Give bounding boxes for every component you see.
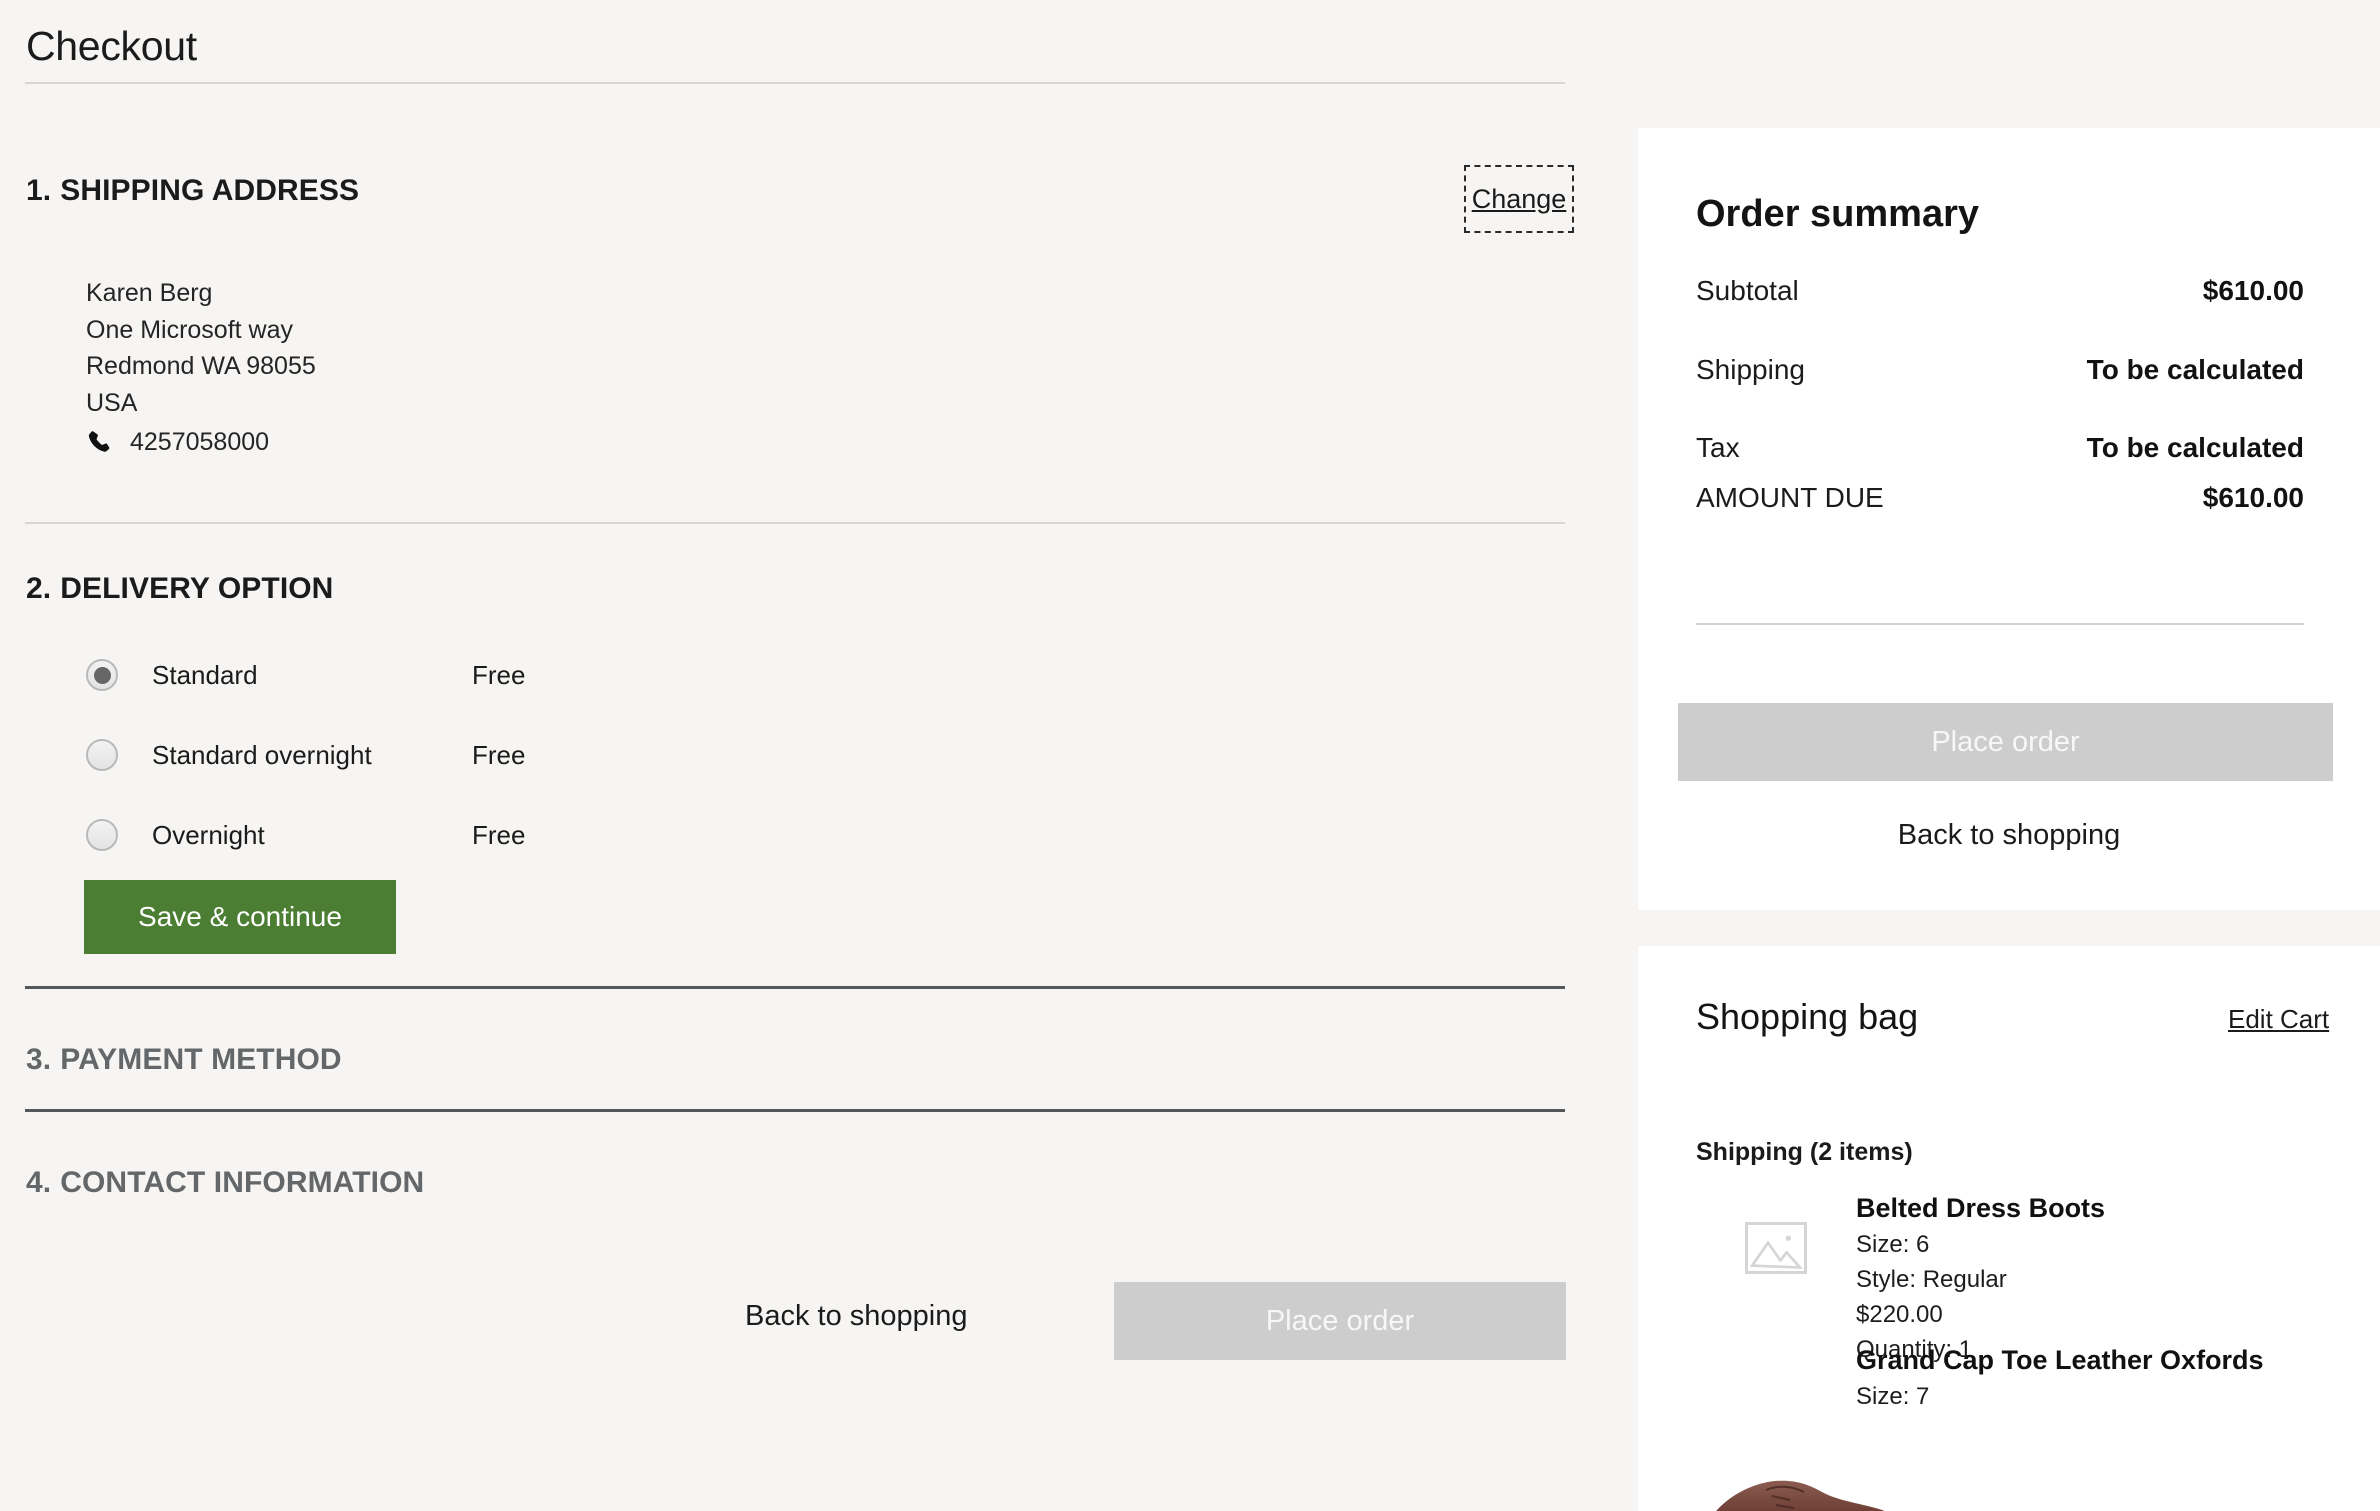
summary-row-subtotal: Subtotal $610.00 (1696, 275, 2304, 307)
radio-standard-overnight[interactable] (86, 739, 118, 771)
checkout-bottom-actions: Back to shopping Place order (0, 1282, 1600, 1392)
section-label: DELIVERY OPTION (60, 572, 334, 605)
summary-row-tax: Tax To be calculated (1696, 432, 2304, 464)
change-address-button[interactable]: Change (1464, 165, 1574, 233)
section-label: CONTACT INFORMATION (60, 1166, 425, 1199)
shipping-group-label: Shipping (2 items) (1696, 1138, 1913, 1166)
leather-oxford-shoe-photo (1716, 1480, 1885, 1511)
delivery-option-label: Standard overnight (152, 739, 372, 770)
summary-row-amount-due: AMOUNT DUE $610.00 (1696, 482, 2304, 514)
change-address-label: Change (1471, 183, 1567, 214)
summary-total-value: $610.00 (2202, 482, 2304, 513)
section-heading-delivery-option: 2. DELIVERY OPTION (26, 572, 333, 606)
address-city-state-zip: Redmond WA 98055 (86, 352, 316, 380)
address-street: One Microsoft way (86, 315, 294, 344)
place-order-button[interactable]: Place order (1114, 1282, 1566, 1360)
checkout-main-column: Checkout 1. SHIPPING ADDRESS Change Karen… (0, 0, 1600, 1511)
place-order-summary-button[interactable]: Place order (1678, 703, 2333, 781)
edit-cart-link[interactable]: Edit Cart (2228, 1004, 2329, 1035)
shopping-bag-title: Shopping bag (1696, 996, 1919, 1037)
back-to-shopping-button[interactable]: Back to shopping (745, 1300, 967, 1333)
section-heading-shipping-address: 1. SHIPPING ADDRESS (26, 174, 359, 208)
section-label: PAYMENT METHOD (60, 1043, 342, 1076)
summary-value: To be calculated (2086, 432, 2304, 463)
delivery-option-price: Free (472, 819, 526, 850)
back-to-shopping-summary-button[interactable]: Back to shopping (1638, 818, 2380, 853)
bag-item-price: $220.00 (1856, 1301, 1943, 1328)
summary-label: Subtotal (1696, 275, 1799, 306)
address-phone-number: 4257058000 (130, 428, 270, 456)
image-placeholder-icon (1745, 1222, 1807, 1274)
shopping-bag-panel: Shopping bag Edit Cart Shipping (2 items… (1638, 946, 2380, 1511)
delivery-option-label: Standard (152, 659, 258, 690)
delivery-option-overnight[interactable]: Overnight Free (86, 795, 786, 875)
address-country: USA (86, 388, 138, 417)
delivery-option-standard-overnight[interactable]: Standard overnight Free (86, 715, 786, 795)
section-label: SHIPPING ADDRESS (60, 174, 360, 207)
section-number: 2. (26, 572, 52, 605)
delivery-section-divider (25, 986, 1565, 989)
summary-label: Shipping (1696, 354, 1805, 385)
bag-item-size: Size: 7 (1856, 1383, 1930, 1410)
order-summary-title: Order summary (1696, 193, 1980, 235)
save-and-continue-button[interactable]: Save & continue (84, 880, 396, 954)
radio-standard[interactable] (86, 659, 118, 691)
shipping-section-divider (25, 522, 1565, 524)
bag-item-style: Style: Regular (1856, 1266, 2007, 1293)
summary-row-shipping: Shipping To be calculated (1696, 354, 2304, 386)
delivery-options-list: Standard Free Standard overnight Free Ov… (86, 635, 786, 875)
address-name: Karen Berg (86, 279, 213, 307)
order-summary-panel: Order summary Subtotal $610.00 Shipping … (1638, 128, 2380, 910)
page-title: Checkout (26, 23, 197, 69)
radio-overnight[interactable] (86, 819, 118, 851)
checkout-page: Checkout 1. SHIPPING ADDRESS Change Karen… (0, 0, 2380, 1511)
section-number: 1. (26, 174, 52, 207)
bag-item-name: Belted Dress Boots (1856, 1193, 2106, 1223)
summary-total-divider (1696, 623, 2304, 625)
summary-total-label: AMOUNT DUE (1696, 482, 1884, 513)
section-heading-payment-method: 3. PAYMENT METHOD (26, 1043, 342, 1077)
section-number: 4. (26, 1166, 52, 1199)
delivery-option-standard[interactable]: Standard Free (86, 635, 786, 715)
section-number: 3. (26, 1043, 52, 1076)
delivery-option-price: Free (472, 659, 526, 690)
delivery-option-label: Overnight (152, 819, 265, 850)
summary-value: $610.00 (2202, 275, 2304, 306)
summary-label: Tax (1696, 432, 1740, 463)
bag-item-thumbnail (1696, 1336, 1885, 1511)
summary-value: To be calculated (2086, 354, 2304, 385)
bag-item-info: Grand Cap Toe Leather Oxfords Size: 7 (1856, 1336, 2264, 1414)
address-phone-row: 4257058000 (86, 424, 316, 461)
section-heading-contact-information: 4. CONTACT INFORMATION (26, 1166, 424, 1200)
shipping-address-block: Karen Berg One Microsoft way Redmond WA … (86, 275, 316, 461)
bag-item-size: Size: 6 (1856, 1231, 1930, 1258)
phone-icon (86, 427, 112, 457)
payment-section-divider (25, 1109, 1565, 1112)
bag-item-name: Grand Cap Toe Leather Oxfords (1856, 1345, 2264, 1375)
delivery-option-price: Free (472, 739, 526, 770)
bag-item-2: Grand Cap Toe Leather Oxfords Size: 7 (1696, 1336, 2336, 1511)
title-divider (25, 82, 1565, 84)
